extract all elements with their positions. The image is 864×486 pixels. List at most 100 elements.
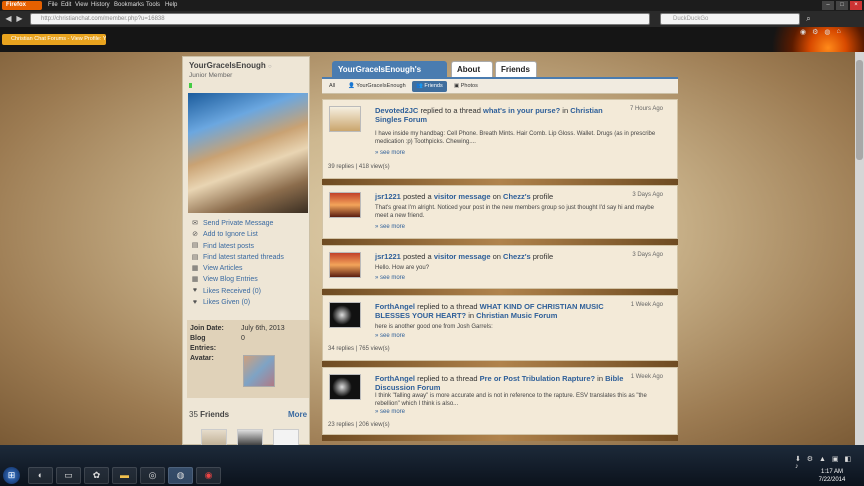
filter-all[interactable]: All xyxy=(325,81,339,92)
link-label: Find latest started threads xyxy=(203,253,284,261)
activity-user-link[interactable]: jsr1221 xyxy=(375,192,401,201)
link-label: Add to Ignore List xyxy=(203,231,258,239)
profile-sidebar: YourGraceIsEnough ○ Junior Member ✉ Send … xyxy=(182,56,310,445)
profile-link[interactable]: Chezz's xyxy=(503,252,531,261)
forward-icon[interactable]: ▶ xyxy=(15,14,24,24)
search-input[interactable]: DuckDuckGo xyxy=(660,13,800,25)
menu-tools[interactable]: Tools xyxy=(146,1,160,10)
likes-received-link[interactable]: ♥ Likes Received (0) xyxy=(191,286,309,297)
tab-activity[interactable]: YourGraceIsEnough's Activity xyxy=(332,61,447,90)
activity-snippet: I think "falling away" is more accurate … xyxy=(375,393,647,407)
likes-given-link[interactable]: ♥ Likes Given (0) xyxy=(191,297,309,308)
filter-friends-label: Friends xyxy=(424,83,443,89)
search-icon[interactable]: ⌕ xyxy=(804,14,813,24)
ignore-icon: ⊘ xyxy=(192,230,198,238)
url-bar[interactable]: http://christianchat.com/member.php?u=16… xyxy=(30,13,650,25)
activity-user-link[interactable]: ForthAngel xyxy=(375,374,415,383)
filter-user[interactable]: 👤 YourGraceIsEnough xyxy=(344,81,410,92)
menu-bookmarks[interactable]: Bookmarks xyxy=(114,1,144,10)
minimize-icon[interactable]: – xyxy=(822,1,834,10)
user-avatar[interactable] xyxy=(329,374,361,400)
friend-thumbnail[interactable] xyxy=(273,429,299,445)
user-avatar[interactable] xyxy=(329,106,361,132)
window-controls: – □ × xyxy=(822,1,862,10)
firefox-menu-button[interactable]: Firefox xyxy=(2,1,42,10)
user-avatar[interactable] xyxy=(329,192,361,218)
see-more-link[interactable]: » see more xyxy=(375,150,405,156)
back-icon[interactable]: ◀ xyxy=(4,14,13,24)
link-label: Likes Given (0) xyxy=(203,299,251,307)
thread-link[interactable]: what's in your purse? xyxy=(483,106,560,115)
avatar-label: Avatar: xyxy=(190,355,214,362)
filter-photos[interactable]: ▣ Photos xyxy=(450,81,482,92)
tab-friends[interactable]: Friends xyxy=(495,61,537,77)
home-icon[interactable]: ⌂ xyxy=(837,28,841,38)
find-latest-threads-link[interactable]: ▤ Find latest started threads xyxy=(191,252,309,263)
clock[interactable]: 1:17 AM 7/22/2014 xyxy=(806,468,858,484)
activity-connector: in xyxy=(595,374,606,383)
divider xyxy=(322,435,678,441)
menu-file[interactable]: File xyxy=(48,1,58,10)
user-avatar[interactable] xyxy=(329,302,361,328)
menu-view[interactable]: View xyxy=(75,1,88,10)
see-more-link[interactable]: » see more xyxy=(375,275,405,281)
visitor-message-link[interactable]: visitor message xyxy=(434,252,491,261)
thread-link[interactable]: Pre or Post Tribulation Rapture? xyxy=(480,374,595,383)
activity-time: 1 Week Ago xyxy=(630,302,663,308)
scrollbar-thumb[interactable] xyxy=(856,60,863,160)
activity-user-link[interactable]: jsr1221 xyxy=(375,252,401,261)
find-latest-posts-link[interactable]: ▤ Find latest posts xyxy=(191,241,309,252)
forum-link[interactable]: Christian Music Forum xyxy=(476,311,557,320)
friends-more-link[interactable]: More xyxy=(288,410,307,419)
see-more-link[interactable]: » see more xyxy=(375,409,405,415)
view-blog-entries-link[interactable]: ▦ View Blog Entries xyxy=(191,274,309,285)
browser-tab[interactable]: Christian Chat Forums - View Profile: Yo… xyxy=(2,34,106,45)
taskbar-app-icon[interactable]: ▭ xyxy=(56,467,81,484)
join-date-value: July 6th, 2013 xyxy=(241,325,285,332)
activity-user-link[interactable]: ForthAngel xyxy=(375,302,415,311)
profile-link[interactable]: Chezz's xyxy=(503,192,531,201)
filter-user-label: YourGraceIsEnough xyxy=(356,83,406,89)
activity-headline: ForthAngel replied to a thread Pre or Po… xyxy=(375,374,630,392)
see-more-link[interactable]: » see more xyxy=(375,333,405,339)
taskbar-app-icon[interactable]: ◎ xyxy=(140,467,165,484)
profile-photo[interactable] xyxy=(188,93,308,213)
friend-thumbnail[interactable] xyxy=(237,429,263,445)
activity-item: ForthAngel replied to a thread Pre or Po… xyxy=(322,367,678,435)
user-avatar[interactable] xyxy=(329,252,361,278)
taskbar-app-icon[interactable]: ◐ xyxy=(28,467,53,484)
send-private-message-link[interactable]: ✉ Send Private Message xyxy=(191,218,309,229)
add-to-ignore-list-link[interactable]: ⊘ Add to Ignore List xyxy=(191,229,309,240)
filter-photos-label: Photos xyxy=(460,83,478,89)
activity-headline: Devoted2JC replied to a thread what's in… xyxy=(375,106,630,124)
visitor-message-link[interactable]: visitor message xyxy=(434,192,491,201)
chrome-icon[interactable]: ◉ xyxy=(196,467,221,484)
activity-action: replied to a thread xyxy=(415,374,480,383)
maximize-icon[interactable]: □ xyxy=(836,1,848,10)
menu-history[interactable]: History xyxy=(91,1,110,10)
friend-thumbnail[interactable] xyxy=(201,429,227,445)
see-more-link[interactable]: » see more xyxy=(375,224,405,230)
taskbar-app-icon[interactable]: ◍ xyxy=(168,467,193,484)
start-button[interactable]: ⊞ xyxy=(3,467,20,484)
activity-action: posted a xyxy=(400,192,434,201)
activity-user-link[interactable]: Devoted2JC xyxy=(375,106,418,115)
activity-tail: profile xyxy=(530,192,554,201)
view-articles-link[interactable]: ▦ View Articles xyxy=(191,263,309,274)
heart-icon: ♥ xyxy=(192,298,198,306)
tab-about-me[interactable]: About Me xyxy=(451,61,493,90)
taskbar-app-icon[interactable]: ✿ xyxy=(84,467,109,484)
close-icon[interactable]: × xyxy=(850,1,862,10)
activity-snippet: I have inside my handbag: Cell Phone. Br… xyxy=(375,131,656,145)
avatar xyxy=(243,355,275,387)
folder-icon[interactable]: ▬ xyxy=(112,467,137,484)
firefox-icon[interactable]: ◍ xyxy=(824,28,830,38)
settings-icon[interactable]: ⚙ xyxy=(812,28,818,38)
addon-icon[interactable]: ◉ xyxy=(800,28,806,38)
menu-edit[interactable]: Edit xyxy=(61,1,71,10)
filter-friends[interactable]: 👥 Friends xyxy=(412,81,447,92)
activity-headline: jsr1221 posted a visitor message on Chez… xyxy=(375,252,630,261)
system-tray[interactable]: ⬇ ⚙ ▲ ▣ ◧ ♪ xyxy=(795,455,857,470)
menu-help[interactable]: Help xyxy=(165,1,177,10)
activity-item: jsr1221 posted a visitor message on Chez… xyxy=(322,185,678,239)
